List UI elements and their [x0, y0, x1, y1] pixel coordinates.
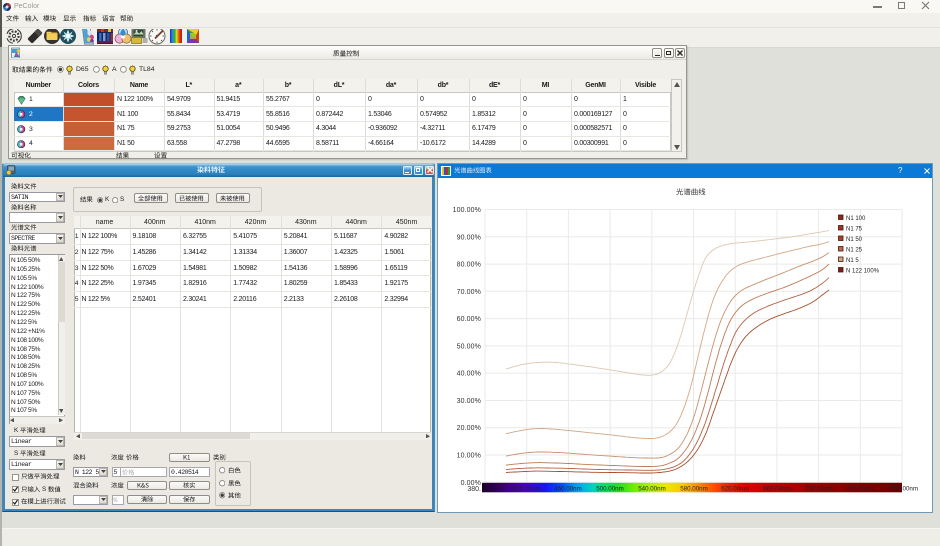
- svg-text:N 122 100%: N 122 100%: [846, 268, 880, 274]
- svg-text:100.00%: 100.00%: [453, 207, 481, 214]
- svg-text:N1 5: N1 5: [846, 258, 859, 264]
- svg-text:10.00%: 10.00%: [457, 453, 481, 460]
- svg-text:460.00nm: 460.00nm: [554, 486, 582, 493]
- svg-text:N1 75: N1 75: [846, 226, 863, 232]
- svg-text:380.: 380.: [467, 486, 481, 493]
- svg-text:80.00%: 80.00%: [457, 262, 481, 269]
- svg-text:660.00nm: 660.00nm: [763, 486, 791, 493]
- svg-text:580.00nm: 580.00nm: [680, 486, 708, 493]
- svg-text:90.00%: 90.00%: [457, 234, 481, 241]
- svg-text:N1 25: N1 25: [846, 247, 863, 253]
- svg-text:780.00nm: 780.00nm: [890, 486, 918, 493]
- svg-text:N1 50: N1 50: [846, 237, 863, 243]
- svg-text:500.00nm: 500.00nm: [596, 486, 624, 493]
- svg-text:70.00%: 70.00%: [457, 289, 481, 296]
- svg-text:700.00nm: 700.00nm: [805, 486, 833, 493]
- svg-text:20.00%: 20.00%: [457, 425, 481, 432]
- svg-text:740.00nm: 740.00nm: [846, 486, 874, 493]
- svg-text:60.00%: 60.00%: [457, 316, 481, 323]
- svg-text:620.00nm: 620.00nm: [721, 486, 749, 493]
- svg-text:30.00%: 30.00%: [457, 398, 481, 405]
- svg-text:540.00nm: 540.00nm: [638, 486, 666, 493]
- svg-text:420.00nm: 420.00nm: [513, 486, 541, 493]
- svg-text:40.00%: 40.00%: [457, 371, 481, 378]
- svg-text:N1 100: N1 100: [846, 216, 866, 222]
- svg-text:50.00%: 50.00%: [457, 343, 481, 350]
